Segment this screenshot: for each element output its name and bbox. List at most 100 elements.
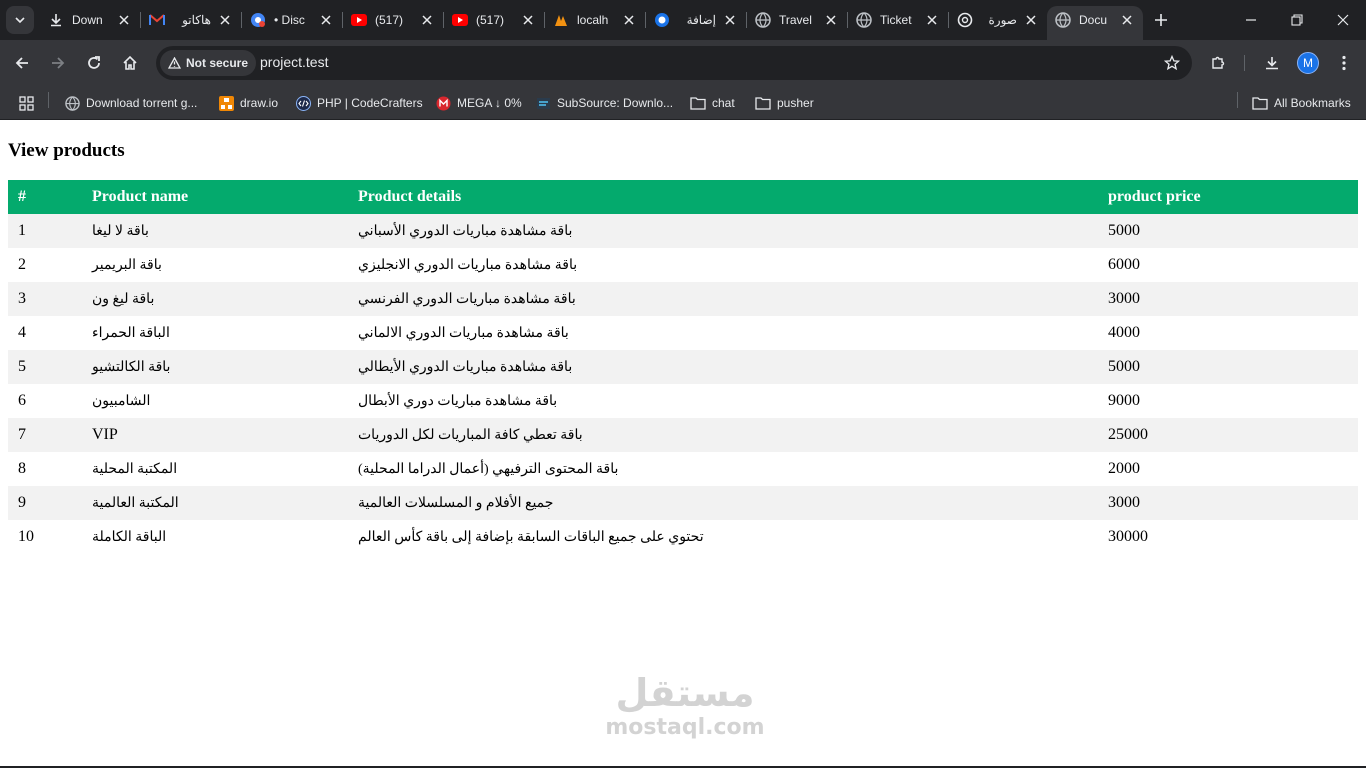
- cell-product-name: VIP: [82, 418, 348, 452]
- chrome-icon: [250, 12, 266, 28]
- tab-youtube-1[interactable]: (517): [343, 6, 443, 34]
- bookmark-subsource[interactable]: SubSource: Downlo...: [535, 91, 673, 115]
- tab-discord[interactable]: • Disc: [242, 6, 342, 34]
- all-bookmarks-button[interactable]: All Bookmarks: [1252, 91, 1351, 115]
- plus-icon: [1155, 14, 1167, 26]
- cell-product-name: باقة لا ليغا: [82, 214, 348, 248]
- bookmark-mega[interactable]: MEGA ↓ 0%: [435, 91, 522, 115]
- star-icon: [1164, 55, 1180, 71]
- watermark-arabic: مستقل: [615, 671, 755, 715]
- bookmarks-divider: [48, 92, 49, 108]
- cell-number: 8: [8, 452, 82, 486]
- tab-image[interactable]: صورة: [949, 6, 1047, 34]
- tab-search-button[interactable]: [6, 6, 34, 34]
- close-icon[interactable]: [621, 12, 637, 28]
- close-window-button[interactable]: [1320, 0, 1366, 40]
- bookmark-star-button[interactable]: [1162, 53, 1182, 73]
- cell-product-name: باقة ليغ ون: [82, 282, 348, 316]
- cell-product-details: باقة المحتوى الترفيهي (أعمال الدراما الم…: [348, 452, 1098, 486]
- url-text[interactable]: project.test: [260, 54, 328, 70]
- tab-localhost[interactable]: localh: [545, 6, 645, 34]
- close-icon[interactable]: [116, 12, 132, 28]
- globe-icon: [755, 12, 771, 28]
- close-icon[interactable]: [318, 12, 334, 28]
- reload-icon: [88, 56, 100, 69]
- forward-button[interactable]: [44, 49, 72, 77]
- security-label: Not secure: [186, 56, 249, 70]
- cell-product-details: باقة مشاهدة مباريات الدوري الالماني: [348, 316, 1098, 350]
- tab-document-active[interactable]: Docu: [1047, 6, 1143, 40]
- openai-icon: [957, 12, 973, 28]
- tab-ticket[interactable]: Ticket: [848, 6, 948, 34]
- column-header-product-name: Product name: [82, 180, 348, 214]
- cell-product-details: باقة مشاهدة مباريات الدوري الأيطالي: [348, 350, 1098, 384]
- column-header-number: #: [8, 180, 82, 214]
- cell-product-name: المكتبة العالمية: [82, 486, 348, 520]
- blue-dot-icon: [654, 12, 670, 28]
- cell-product-price: 2000: [1098, 452, 1358, 486]
- phpmyadmin-icon: [553, 12, 569, 28]
- home-icon: [123, 55, 137, 70]
- tab-youtube-2[interactable]: (517): [444, 6, 544, 34]
- close-icon[interactable]: [217, 12, 233, 28]
- bookmarks-divider: [1237, 92, 1238, 108]
- subsource-icon: [535, 95, 551, 111]
- table-row: 6 الشامبيون باقة مشاهدة مباريات دوري الأ…: [8, 384, 1358, 418]
- close-icon[interactable]: [924, 12, 940, 28]
- profile-avatar[interactable]: M: [1297, 52, 1319, 74]
- watermark: مستقل mostaql.com: [600, 671, 770, 741]
- close-icon[interactable]: [1119, 12, 1135, 28]
- home-button[interactable]: [116, 49, 144, 77]
- restore-button[interactable]: [1274, 0, 1320, 40]
- close-icon[interactable]: [419, 12, 435, 28]
- bookmark-folder-pusher[interactable]: pusher: [755, 91, 814, 115]
- cell-product-name: باقة الكالتشيو: [82, 350, 348, 384]
- address-bar[interactable]: Not secure project.test: [156, 46, 1192, 80]
- close-icon: [1337, 14, 1349, 26]
- cell-number: 2: [8, 248, 82, 282]
- cell-number: 4: [8, 316, 82, 350]
- cell-product-price: 5000: [1098, 350, 1358, 384]
- cell-product-price: 3000: [1098, 282, 1358, 316]
- bookmark-folder-chat[interactable]: chat: [690, 91, 735, 115]
- extensions-button[interactable]: [1204, 49, 1232, 77]
- tab-download[interactable]: Down: [40, 6, 140, 34]
- close-icon[interactable]: [520, 12, 536, 28]
- cell-product-price: 5000: [1098, 214, 1358, 248]
- minimize-button[interactable]: [1228, 0, 1274, 40]
- arrow-right-icon: [52, 57, 65, 69]
- table-row: 5 باقة الكالتشيو باقة مشاهدة مباريات الد…: [8, 350, 1358, 384]
- cell-product-price: 6000: [1098, 248, 1358, 282]
- table-header-row: # Product name Product details product p…: [8, 180, 1358, 214]
- column-header-product-details: Product details: [348, 180, 1098, 214]
- apps-button[interactable]: [18, 91, 40, 115]
- bookmark-codecrafters[interactable]: PHP | CodeCrafters: [295, 91, 423, 115]
- tab-add[interactable]: إضافة: [646, 6, 746, 34]
- cell-number: 5: [8, 350, 82, 384]
- cell-product-name: الباقة الحمراء: [82, 316, 348, 350]
- cell-product-details: باقة مشاهدة مباريات الدوري الانجليزي: [348, 248, 1098, 282]
- tab-strip: Down هاكاتو • Disc (517) (517) localh إض…: [0, 0, 1366, 40]
- security-chip[interactable]: Not secure: [160, 50, 257, 76]
- globe-icon: [64, 95, 80, 111]
- close-icon[interactable]: [823, 12, 839, 28]
- download-icon: [48, 12, 64, 28]
- bookmark-drawio[interactable]: draw.io: [218, 91, 278, 115]
- watermark-latin: mostaql.com: [605, 715, 765, 740]
- tab-travel[interactable]: Travel: [747, 6, 847, 34]
- reload-button[interactable]: [80, 49, 108, 77]
- cell-number: 10: [8, 520, 82, 554]
- warning-icon: [168, 57, 181, 69]
- close-icon[interactable]: [1023, 12, 1039, 28]
- chevron-down-icon: [15, 17, 25, 24]
- back-button[interactable]: [8, 49, 36, 77]
- cell-number: 3: [8, 282, 82, 316]
- downloads-button[interactable]: [1258, 49, 1286, 77]
- bookmark-torrent[interactable]: Download torrent g...: [64, 91, 197, 115]
- close-icon[interactable]: [722, 12, 738, 28]
- tab-gmail[interactable]: هاكاتو: [141, 6, 241, 34]
- page-content: View products # Product name Product det…: [0, 121, 1366, 768]
- menu-button[interactable]: [1330, 49, 1358, 77]
- table-row: 2 باقة البريمير باقة مشاهدة مباريات الدو…: [8, 248, 1358, 282]
- new-tab-button[interactable]: [1150, 9, 1172, 31]
